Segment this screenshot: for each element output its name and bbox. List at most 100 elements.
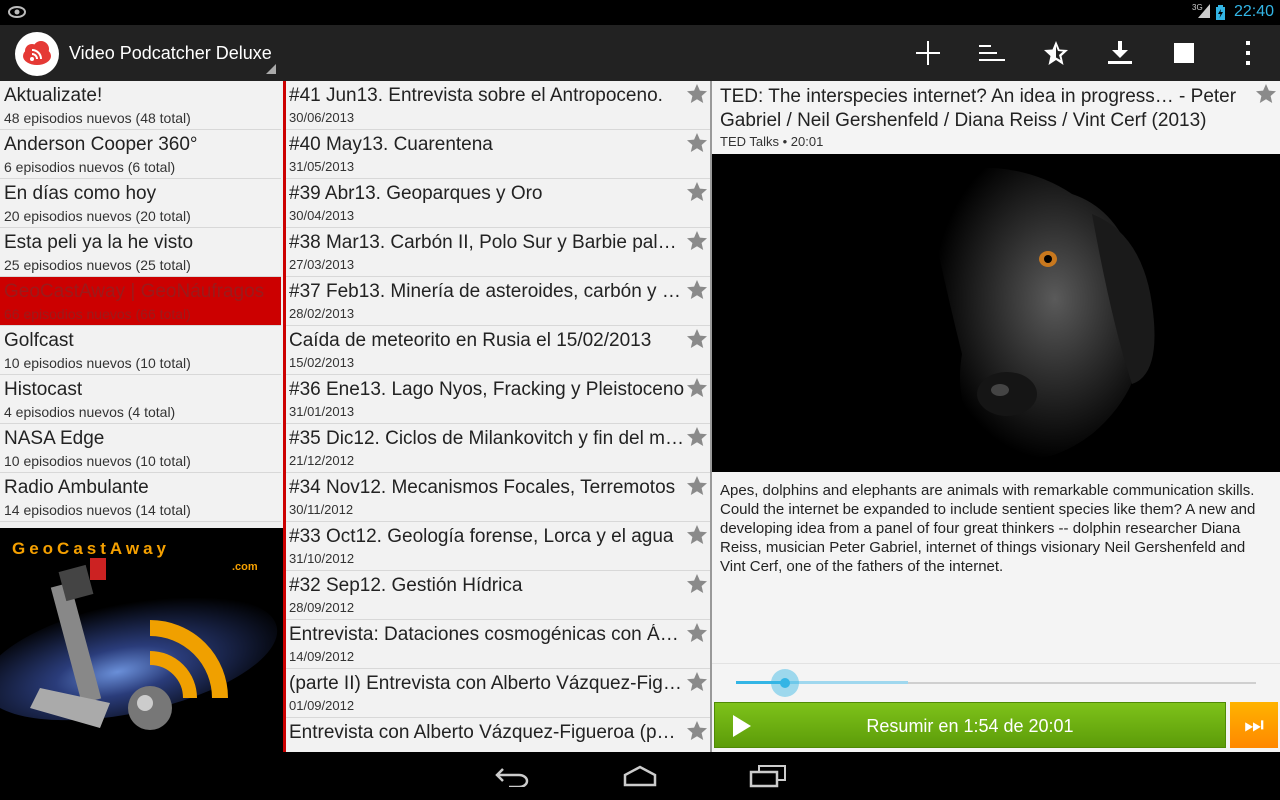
episode-title: #40 May13. Cuarentena: [289, 134, 493, 155]
star-icon[interactable]: [687, 574, 707, 594]
episode-item[interactable]: #38 Mar13. Carbón II, Polo Sur y Barbie …: [286, 228, 710, 277]
episode-item[interactable]: Entrevista con Alberto Vázquez-Figueroa …: [286, 718, 710, 752]
star-icon[interactable]: [687, 623, 707, 643]
episode-item[interactable]: #33 Oct12. Geología forense, Lorca y el …: [286, 522, 710, 571]
subscription-title: NASA Edge: [4, 428, 105, 449]
subscription-item[interactable]: Esta peli ya la he visto 25 episodios nu…: [0, 228, 281, 277]
star-icon[interactable]: [687, 427, 707, 447]
episode-item[interactable]: #40 May13. Cuarentena 31/05/2013: [286, 130, 710, 179]
detail-title: TED: The interspecies internet? An idea …: [720, 86, 1237, 131]
episode-title: #38 Mar13. Carbón II, Polo Sur y Barbie …: [289, 232, 684, 253]
clock: 22:40: [1233, 3, 1274, 20]
subscription-title: Esta peli ya la he visto: [4, 232, 194, 253]
subscription-item[interactable]: NASA Edge 10 episodios nuevos (10 total): [0, 424, 281, 473]
subscriptions-pane: Aktualizate! 48 episodios nuevos (48 tot…: [0, 81, 283, 752]
signal-icon: [1198, 4, 1210, 23]
episode-item[interactable]: #34 Nov12. Mecanismos Focales, Terremoto…: [286, 473, 710, 522]
star-icon[interactable]: [687, 476, 707, 496]
episode-date: 31/10/2012: [289, 551, 355, 566]
subscription-item[interactable]: En días como hoy 20 episodios nuevos (20…: [0, 179, 281, 228]
episode-title: #33 Oct12. Geología forense, Lorca y el …: [289, 526, 674, 547]
resume-label: Resumir en 1:54 de 20:01: [866, 716, 1074, 736]
skip-next-button[interactable]: ⏭: [1230, 702, 1278, 748]
episode-date: 28/02/2013: [289, 306, 355, 321]
star-icon[interactable]: [687, 672, 707, 692]
resume-button[interactable]: Resumir en 1:54 de 20:01: [714, 702, 1226, 748]
podcast-cover-art[interactable]: GeoCastAway .com: [0, 528, 283, 752]
overflow-menu-icon[interactable]: [1220, 25, 1276, 81]
episode-item[interactable]: #39 Abr13. Geoparques y Oro 30/04/2013: [286, 179, 710, 228]
sort-icon[interactable]: [964, 25, 1020, 81]
episode-title: #39 Abr13. Geoparques y Oro: [289, 183, 543, 204]
episode-item[interactable]: (parte II) Entrevista con Alberto Vázque…: [286, 669, 710, 718]
episode-date: 15/02/2013: [289, 355, 355, 370]
episode-title: Entrevista: Dataciones cosmogénicas con …: [289, 624, 684, 645]
subscription-item-selected[interactable]: GeoCastAway | GeoNáufragos 66 episodios …: [0, 277, 281, 326]
back-icon[interactable]: [482, 760, 542, 792]
subscription-count: 6 episodios nuevos (6 total): [4, 159, 176, 175]
episode-item[interactable]: Entrevista: Dataciones cosmogénicas con …: [286, 620, 710, 669]
skip-next-icon: ⏭: [1244, 712, 1264, 737]
episode-title: #37 Feb13. Minería de asteroides, carbón…: [289, 281, 684, 302]
episode-title: #36 Ene13. Lago Nyos, Fracking y Pleisto…: [289, 379, 684, 400]
seek-bar[interactable]: [712, 663, 1280, 704]
home-icon[interactable]: [610, 760, 670, 792]
star-icon[interactable]: [687, 280, 707, 300]
subscription-item[interactable]: Aktualizate! 48 episodios nuevos (48 tot…: [0, 81, 281, 130]
star-icon[interactable]: [687, 84, 707, 104]
add-icon[interactable]: [900, 25, 956, 81]
app-title[interactable]: Video Podcatcher Deluxe: [69, 43, 272, 64]
star-icon[interactable]: [687, 182, 707, 202]
episode-date: 27/03/2013: [289, 257, 355, 272]
episode-item[interactable]: #35 Dic12. Ciclos de Milankovitch y fin …: [286, 424, 710, 473]
episode-title: (parte II) Entrevista con Alberto Vázque…: [289, 673, 684, 694]
subscription-title: Golfcast: [4, 330, 74, 351]
star-icon[interactable]: [1256, 84, 1276, 104]
star-icon[interactable]: [687, 329, 707, 349]
subscription-count: 48 episodios nuevos (48 total): [4, 110, 191, 126]
subscription-item[interactable]: Histocast 4 episodios nuevos (4 total): [0, 375, 281, 424]
subscription-count: 20 episodios nuevos (20 total): [4, 208, 191, 224]
episode-title: #32 Sep12. Gestión Hídrica: [289, 575, 523, 596]
stop-icon[interactable]: [1156, 25, 1212, 81]
episode-date: 31/01/2013: [289, 404, 355, 419]
episode-item[interactable]: #37 Feb13. Minería de asteroides, carbón…: [286, 277, 710, 326]
star-icon[interactable]: [687, 525, 707, 545]
subscription-item[interactable]: Golfcast 10 episodios nuevos (10 total): [0, 326, 281, 375]
episode-date: 14/09/2012: [289, 649, 355, 664]
star-icon[interactable]: [687, 378, 707, 398]
episode-item[interactable]: #36 Ene13. Lago Nyos, Fracking y Pleisto…: [286, 375, 710, 424]
seek-thumb[interactable]: [771, 669, 799, 697]
subscription-count: 4 episodios nuevos (4 total): [4, 404, 176, 420]
episode-thumbnail[interactable]: [712, 154, 1280, 472]
episode-detail-pane: TED: The interspecies internet? An idea …: [712, 81, 1280, 752]
subscription-count: 66 episodios nuevos (66 total): [4, 306, 191, 322]
cover-brand-text: GeoCastAway: [12, 539, 170, 558]
spinner-caret-icon: [266, 64, 276, 74]
subscription-item[interactable]: Radio Ambulante 14 episodios nuevos (14 …: [0, 473, 281, 522]
detail-meta: TED Talks • 20:01: [720, 134, 824, 149]
episode-title: #34 Nov12. Mecanismos Focales, Terremoto…: [289, 477, 676, 498]
episode-item[interactable]: Caída de meteorito en Rusia el 15/02/201…: [286, 326, 710, 375]
subscription-title: En días como hoy: [4, 183, 157, 204]
star-icon[interactable]: [687, 231, 707, 251]
subscription-item[interactable]: Anderson Cooper 360° 6 episodios nuevos …: [0, 130, 281, 179]
download-icon[interactable]: [1092, 25, 1148, 81]
app-logo-icon[interactable]: [15, 32, 59, 76]
episode-title: #41 Jun13. Entrevista sobre el Antropoce…: [289, 85, 663, 106]
status-bar: 3G 22:40: [0, 0, 1280, 25]
notification-icon: [8, 4, 26, 20]
recent-apps-icon[interactable]: [738, 760, 798, 792]
episodes-pane: #41 Jun13. Entrevista sobre el Antropoce…: [286, 81, 710, 752]
subscription-count: 14 episodios nuevos (14 total): [4, 502, 191, 518]
episode-item[interactable]: #32 Sep12. Gestión Hídrica 28/09/2012: [286, 571, 710, 620]
episode-item[interactable]: #41 Jun13. Entrevista sobre el Antropoce…: [286, 81, 710, 130]
episode-date: 30/06/2013: [289, 110, 355, 125]
favorites-icon[interactable]: [1028, 25, 1084, 81]
star-icon[interactable]: [687, 133, 707, 153]
cover-brand-suffix: .com: [232, 561, 258, 573]
action-bar: Video Podcatcher Deluxe: [0, 25, 1280, 81]
subscription-title: Histocast: [4, 379, 83, 400]
episode-date: 30/11/2012: [289, 502, 354, 517]
star-icon[interactable]: [687, 721, 707, 741]
